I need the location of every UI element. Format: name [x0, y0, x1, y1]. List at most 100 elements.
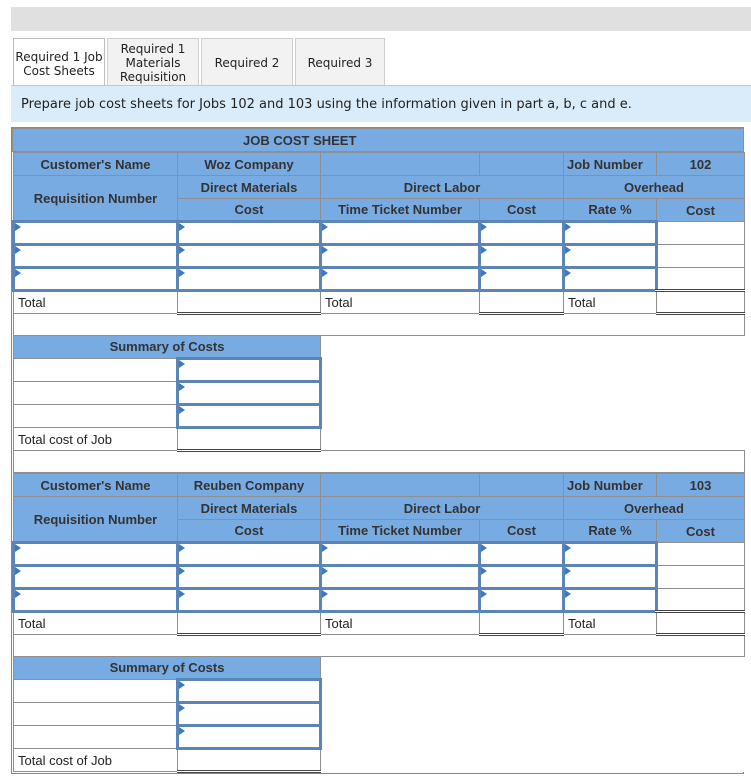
direct-labor-label: Direct Labor: [320, 496, 564, 520]
overhead-total-field[interactable]: [657, 613, 744, 633]
labor-total-field[interactable]: [480, 292, 563, 312]
materials-cost-select[interactable]: [176, 564, 322, 590]
entry-row: [12, 266, 745, 292]
labor-cost-select[interactable]: [478, 587, 565, 613]
overhead-cost-field[interactable]: [658, 566, 744, 588]
rate-pct-label: Rate %: [563, 198, 657, 222]
overhead-total-input[interactable]: [656, 290, 745, 315]
overhead-cost-field[interactable]: [658, 268, 744, 289]
time-ticket-number-select[interactable]: [319, 541, 481, 567]
dropdown-marker-icon: [565, 269, 571, 277]
labor-cost-select[interactable]: [478, 243, 565, 269]
tab-label: Required 2: [214, 55, 280, 70]
labor-cost-select[interactable]: [478, 220, 565, 246]
time-ticket-number-select[interactable]: [319, 564, 481, 590]
time-ticket-number-select[interactable]: [319, 266, 481, 292]
requisition-number-select[interactable]: [12, 243, 179, 269]
labor-total-input[interactable]: [479, 611, 564, 636]
labor-cost-select[interactable]: [478, 564, 565, 590]
time-ticket-number-select[interactable]: [319, 243, 481, 269]
labor-total-input[interactable]: [479, 290, 564, 315]
overhead-cost-input[interactable]: [656, 244, 745, 268]
materials-total-input[interactable]: [177, 290, 321, 315]
total-cost-of-job-input[interactable]: [177, 427, 321, 452]
summary-amount-select[interactable]: [176, 403, 322, 429]
overhead-cost-input[interactable]: [656, 588, 745, 613]
summary-label-input[interactable]: [13, 381, 178, 405]
overhead-cost-field[interactable]: [658, 589, 744, 610]
total-cost-of-job-field[interactable]: [178, 429, 320, 449]
summary-label-field[interactable]: [14, 359, 176, 381]
requisition-number-select[interactable]: [12, 220, 179, 246]
summary-label-input[interactable]: [13, 404, 178, 428]
materials-total-field[interactable]: [178, 613, 320, 633]
time-ticket-number-label: Time Ticket Number: [320, 519, 480, 543]
materials-cost-select[interactable]: [176, 266, 322, 292]
summary-amount-select[interactable]: [176, 380, 322, 406]
summary-label-field[interactable]: [14, 703, 176, 725]
summary-label-input[interactable]: [13, 725, 178, 749]
header-blank: [320, 473, 480, 497]
overhead-cost-input[interactable]: [656, 565, 745, 589]
summary-amount-select[interactable]: [176, 678, 322, 704]
summary-label-field[interactable]: [14, 726, 176, 748]
summary-amount-select[interactable]: [176, 701, 322, 727]
overhead-cost-input[interactable]: [656, 221, 745, 245]
header-blank: [320, 152, 480, 176]
tab-required-1-job-cost-sheets[interactable]: Required 1 Job Cost Sheets: [13, 38, 105, 88]
labor-cost-select[interactable]: [478, 541, 565, 567]
materials-cost-select[interactable]: [176, 541, 322, 567]
tab-required-2[interactable]: Required 2: [201, 38, 293, 86]
total-cost-of-job-label: Total cost of Job: [13, 427, 178, 451]
rate-pct-label: Rate %: [563, 519, 657, 543]
summary-label-input[interactable]: [13, 358, 178, 382]
job-number-label: Job Number: [563, 152, 657, 176]
rate-pct-select[interactable]: [562, 564, 658, 590]
summary-label-field[interactable]: [14, 405, 176, 427]
tab-label: Materials: [125, 55, 181, 70]
overhead-total-field[interactable]: [657, 292, 744, 312]
tab-required-3[interactable]: Required 3: [295, 38, 385, 86]
requisition-number-select[interactable]: [12, 587, 179, 613]
rate-pct-select[interactable]: [562, 541, 658, 567]
entry-row: [12, 541, 745, 567]
rate-pct-select[interactable]: [562, 220, 658, 246]
requisition-number-select[interactable]: [12, 564, 179, 590]
summary-amount-select[interactable]: [176, 357, 322, 383]
spacer-row: [13, 450, 745, 473]
materials-cost-select[interactable]: [176, 243, 322, 269]
materials-total-field[interactable]: [178, 292, 320, 312]
requisition-number-select[interactable]: [12, 541, 179, 567]
overhead-total-input[interactable]: [656, 611, 745, 636]
materials-cost-select[interactable]: [176, 220, 322, 246]
summary-label-input[interactable]: [13, 679, 178, 703]
summary-amount-select[interactable]: [176, 724, 322, 750]
overhead-cost-field[interactable]: [658, 222, 744, 244]
overhead-cost-input[interactable]: [656, 542, 745, 566]
overhead-cost-field[interactable]: [658, 543, 744, 565]
dropdown-marker-icon: [565, 223, 571, 231]
labor-cost-select[interactable]: [478, 266, 565, 292]
direct-labor-label: Direct Labor: [320, 175, 564, 199]
time-ticket-number-select[interactable]: [319, 220, 481, 246]
summary-label-field[interactable]: [14, 382, 176, 404]
rate-pct-select[interactable]: [562, 587, 658, 613]
total-cost-of-job-field[interactable]: [178, 750, 320, 770]
labor-total-field[interactable]: [480, 613, 563, 633]
summary-label-field[interactable]: [14, 680, 176, 702]
spacer-row: [13, 313, 745, 336]
dropdown-marker-icon: [565, 544, 571, 552]
materials-total-input[interactable]: [177, 611, 321, 636]
materials-cost-select[interactable]: [176, 587, 322, 613]
summary-label-input[interactable]: [13, 702, 178, 726]
rate-pct-select[interactable]: [562, 266, 658, 292]
overhead-cost-input[interactable]: [656, 267, 745, 292]
rate-pct-select[interactable]: [562, 243, 658, 269]
overhead-cost-label: Cost: [656, 198, 745, 222]
total-cost-of-job-input[interactable]: [177, 748, 321, 773]
requisition-number-select[interactable]: [12, 266, 179, 292]
overhead-cost-field[interactable]: [658, 245, 744, 267]
dropdown-marker-icon: [15, 246, 21, 254]
tab-required-1-materials-requisition[interactable]: Required 1 Materials Requisition: [107, 38, 199, 86]
time-ticket-number-select[interactable]: [319, 587, 481, 613]
